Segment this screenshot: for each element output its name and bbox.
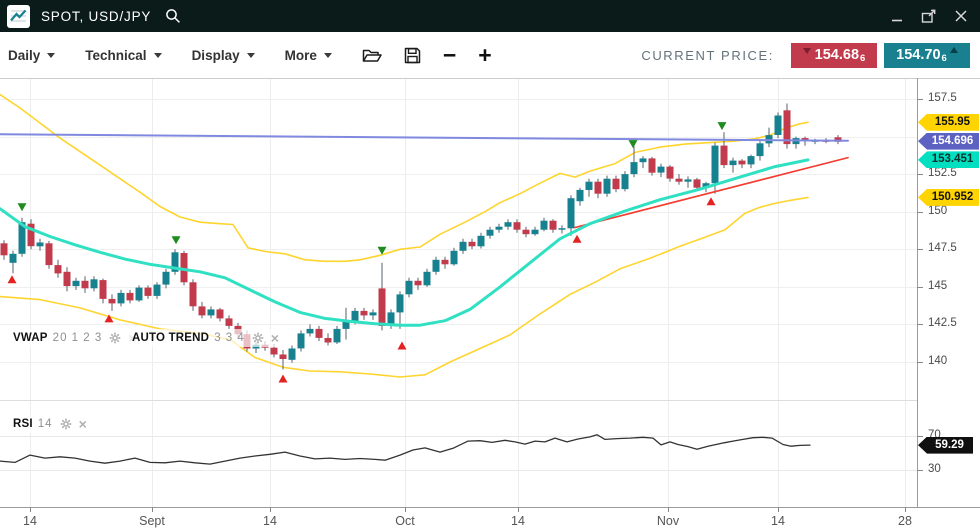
candlestick-chart[interactable] [0,78,980,532]
time-tick-label: Oct [395,514,414,528]
menu-technical-label: Technical [85,48,146,63]
search-icon[interactable] [165,8,181,24]
price-up-arrow-icon [950,47,958,53]
time-tick-label: 14 [23,514,37,528]
time-tick-label: Sept [139,514,165,528]
time-tick-label: 14 [771,514,785,528]
menu-more-label: More [285,48,317,63]
time-tick-label: Nov [657,514,679,528]
rsi-tick-label: 30 [928,463,941,475]
menu-display-label: Display [192,48,240,63]
menu-technical[interactable]: Technical [85,48,161,63]
chevron-down-icon [154,53,162,58]
vwap-settings-icon[interactable] [109,332,121,344]
auto-trend-indicator-name: AUTO TREND [132,332,209,344]
price-tick-label: 142.5 [928,317,957,329]
auto-trend-indicator-label: AUTO TREND 3 3 4 × [127,329,284,347]
price-badge-155.95: 155.95 [918,114,979,131]
chevron-down-icon [47,53,55,58]
price-badge-154.696: 154.696 [918,133,979,150]
chart-area[interactable]: VWAP 20 1 2 3 × AUTO TREND 3 3 4 × RSI 1… [0,78,980,532]
price-tick-label: 145 [928,280,947,292]
price-tick-label: 157.5 [928,92,957,104]
app-logo-icon [7,5,30,28]
time-tick-label: 14 [511,514,525,528]
price-tick-label: 152.5 [928,167,957,179]
auto-trend-indicator-params: 3 3 4 [214,332,245,344]
time-tick-label: 28 [898,514,912,528]
price-down-arrow-icon [803,48,811,54]
bid-price-badge: 154.68 6 [791,43,877,68]
minimize-button[interactable] [884,3,910,29]
symbol-title: SPOT, USD/JPY [41,9,151,24]
trading-chart-window: SPOT, USD/JPY Daily [0,0,980,532]
menu-more[interactable]: More [285,48,332,63]
save-icon[interactable] [404,47,421,64]
price-tick-label: 140 [928,355,947,367]
price-badge-150.952: 150.952 [918,189,979,206]
auto-trend-remove-icon[interactable]: × [271,332,279,344]
chevron-down-icon [247,53,255,58]
rsi-settings-icon[interactable] [60,418,72,430]
popout-button[interactable] [916,3,942,29]
menu-daily[interactable]: Daily [8,48,55,63]
rsi-indicator-params: 14 [38,418,53,430]
open-folder-icon[interactable] [362,47,382,63]
price-badge-153.451: 153.451 [918,151,979,168]
rsi-value-badge: 59.29 [918,437,973,454]
bid-price-value: 154.68 [815,47,859,63]
auto-trend-settings-icon[interactable] [252,332,264,344]
ask-price-pip: 6 [942,53,947,64]
rsi-indicator-name: RSI [13,418,33,430]
bid-price-pip: 6 [860,53,865,64]
menu-daily-label: Daily [8,48,40,63]
vwap-indicator-name: VWAP [13,332,48,344]
price-tick-label: 147.5 [928,242,957,254]
vwap-indicator-params: 20 1 2 3 [53,332,103,344]
zoom-in-button[interactable]: + [478,45,491,65]
price-tick-label: 150 [928,205,947,217]
current-price-label: CURRENT PRICE: [641,48,774,63]
close-icon[interactable] [948,3,974,29]
titlebar: SPOT, USD/JPY [0,0,980,32]
ask-price-value: 154.70 [896,47,940,63]
rsi-indicator-label: RSI 14 × [8,415,92,433]
ask-price-badge: 154.70 6 [884,43,970,68]
menu-display[interactable]: Display [192,48,255,63]
time-tick-label: 14 [263,514,277,528]
toolbar: Daily Technical Display More [0,32,980,78]
vwap-indicator-label: VWAP 20 1 2 3 × [8,329,141,347]
chevron-down-icon [324,53,332,58]
rsi-remove-icon[interactable]: × [79,418,87,430]
zoom-out-button[interactable]: − [443,45,456,65]
